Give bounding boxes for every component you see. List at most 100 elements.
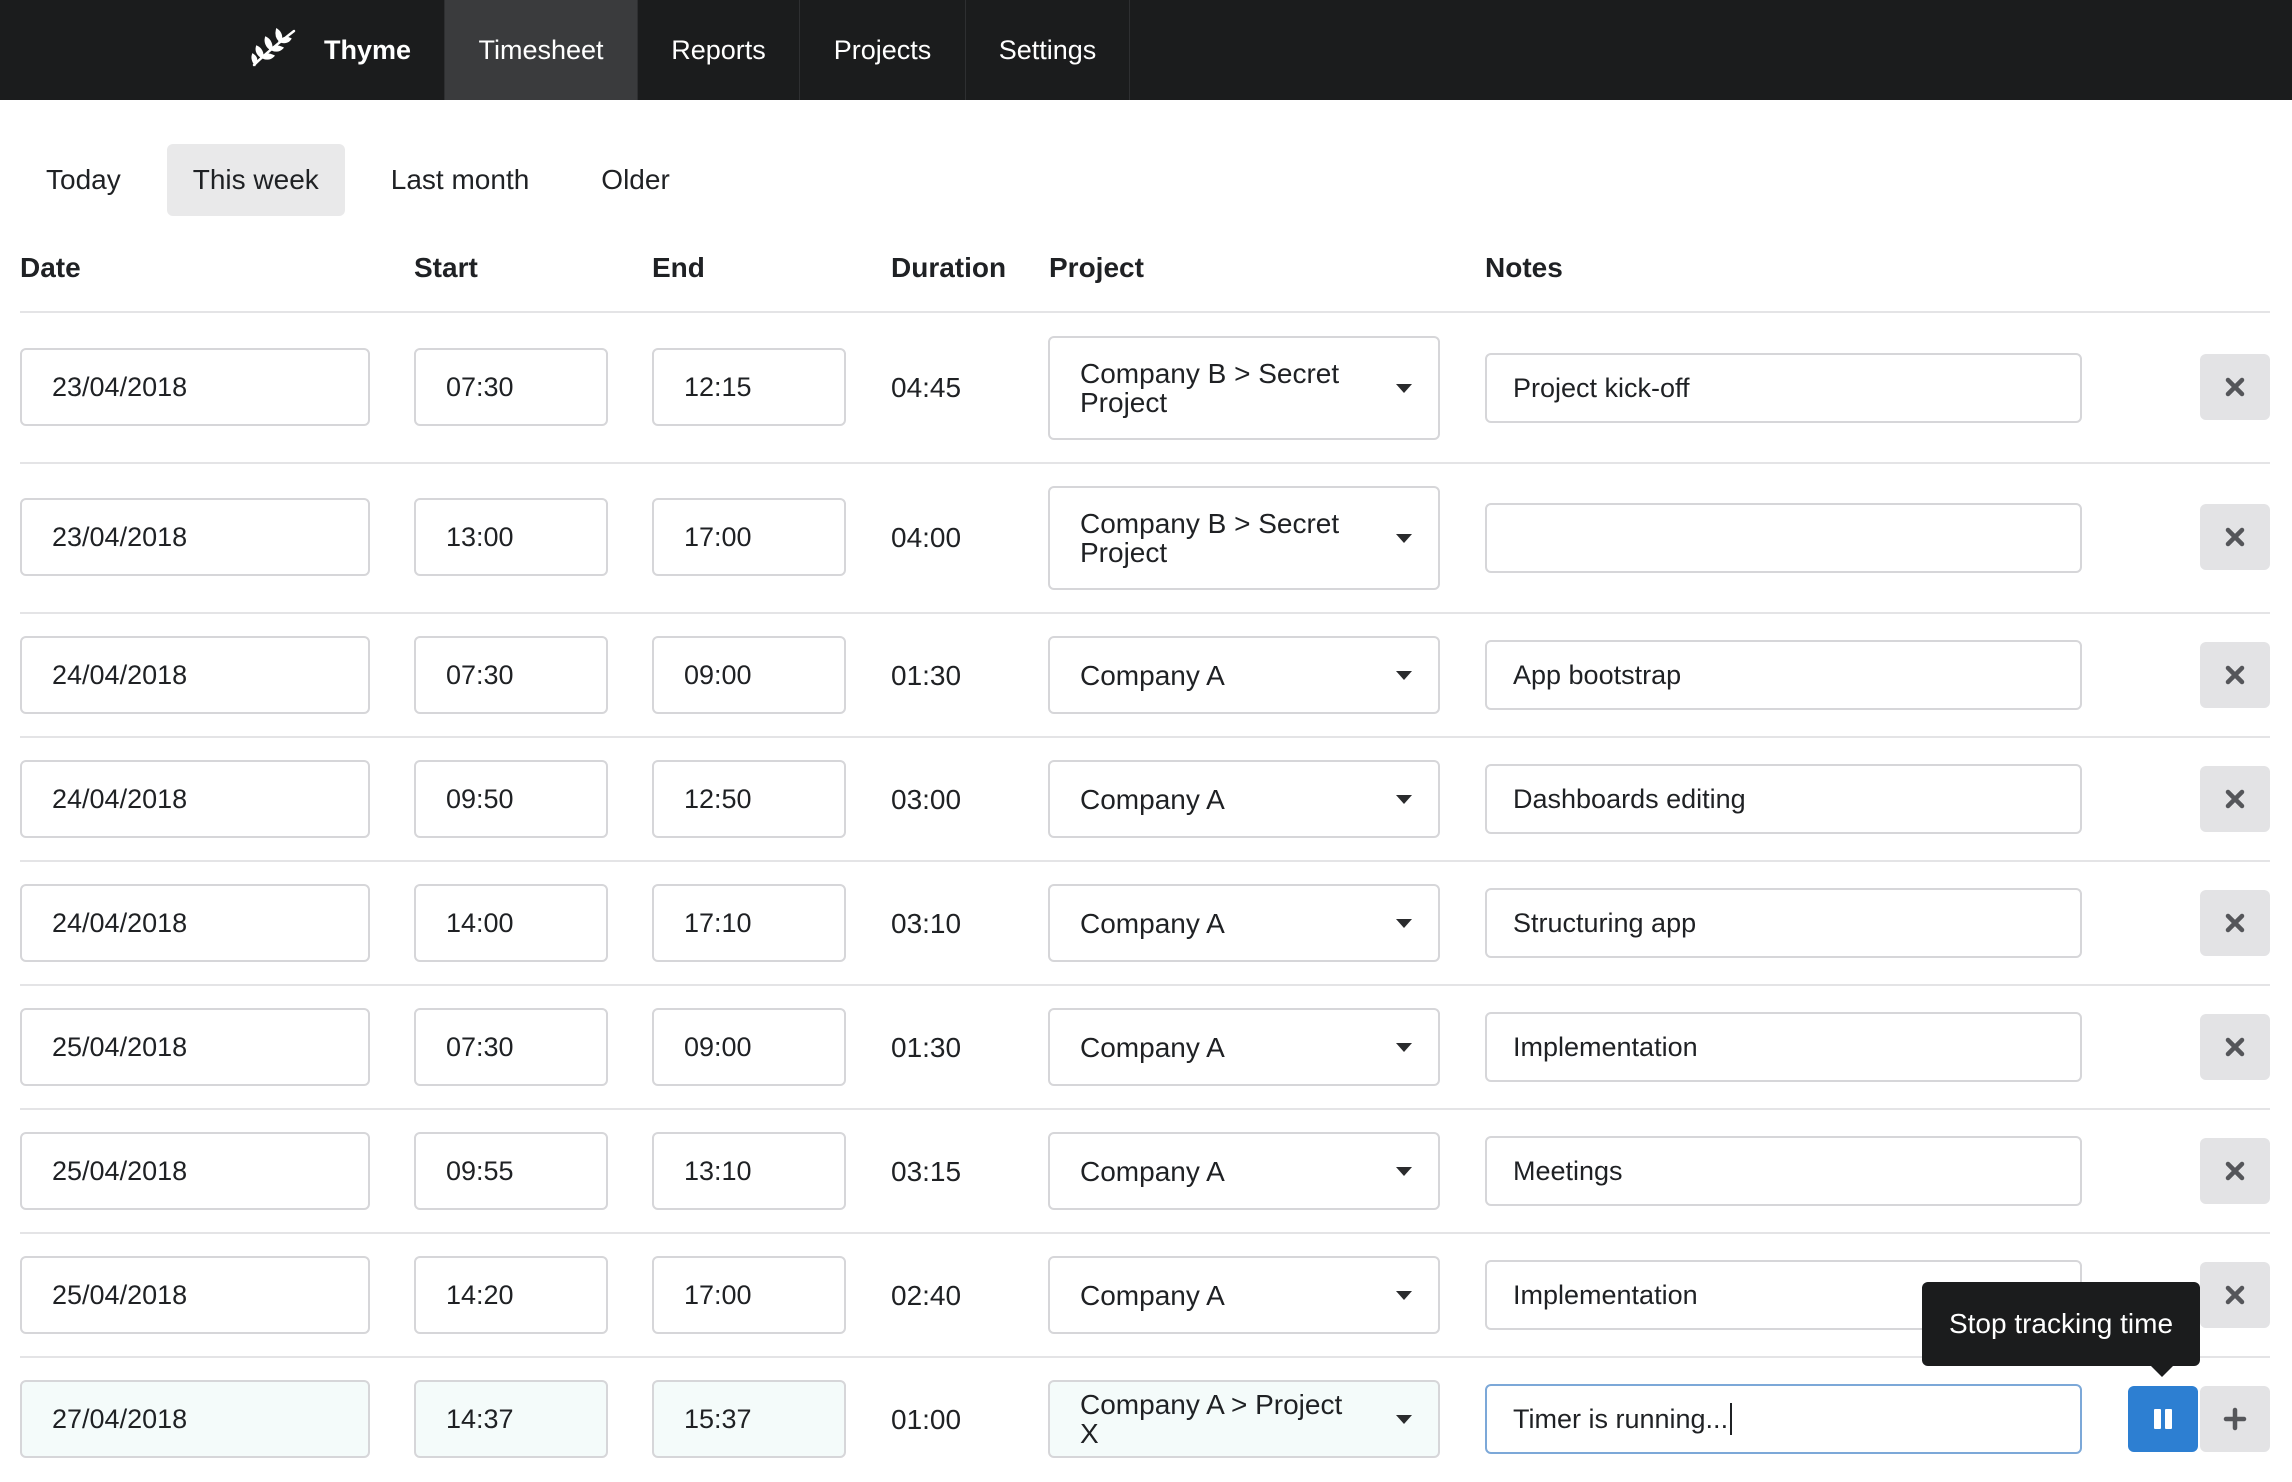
end-time-input[interactable]: 17:00	[652, 1256, 846, 1334]
row-divider	[20, 860, 2270, 862]
duration-value: 01:30	[891, 1032, 962, 1063]
delete-entry-button[interactable]	[2200, 766, 2270, 832]
project-select-value: Company A	[1080, 907, 1225, 939]
end-time-input[interactable]: 17:10	[652, 884, 846, 962]
filter-last-month[interactable]: Last month	[365, 144, 556, 216]
date-input[interactable]: 24/04/2018	[20, 760, 370, 838]
delete-entry-button[interactable]	[2200, 1138, 2270, 1204]
project-select-value: Company A > Project X	[1080, 1389, 1343, 1449]
project-select-value: Company B > Secret Project	[1080, 508, 1340, 568]
end-time-input[interactable]: 17:00	[652, 498, 846, 576]
project-select[interactable]: Company B > Secret Project	[1048, 336, 1440, 440]
delete-entry-button[interactable]	[2200, 1262, 2270, 1328]
close-icon	[2225, 1161, 2245, 1181]
notes-input[interactable]: Structuring app	[1485, 888, 2082, 958]
project-select[interactable]: Company A	[1048, 1008, 1440, 1086]
row-divider	[20, 736, 2270, 738]
start-time-input[interactable]: 14:20	[414, 1256, 608, 1334]
delete-entry-button[interactable]	[2200, 504, 2270, 570]
delete-entry-button[interactable]	[2200, 354, 2270, 420]
end-time-input[interactable]: 12:15	[652, 348, 846, 426]
nav-tab-timesheet[interactable]: Timesheet	[445, 0, 638, 100]
top-navigation: Thyme Timesheet Reports Projects Setting…	[0, 0, 2292, 100]
chevron-down-icon	[1396, 1043, 1412, 1052]
running-entry-row: 27/04/2018 14:37 15:37 01:00 Company A >…	[0, 1380, 2292, 1480]
start-time-input[interactable]: 09:50	[414, 760, 608, 838]
header-divider	[20, 311, 2270, 313]
end-time-input[interactable]: 13:10	[652, 1132, 846, 1210]
date-input[interactable]: 23/04/2018	[20, 348, 370, 426]
delete-entry-button[interactable]	[2200, 642, 2270, 708]
start-time-input[interactable]: 07:30	[414, 636, 608, 714]
text-cursor	[1730, 1403, 1733, 1435]
stop-tracking-button[interactable]	[2128, 1386, 2198, 1452]
project-select[interactable]: Company A	[1048, 884, 1440, 962]
duration-value: 04:45	[891, 372, 962, 403]
start-time-input[interactable]: 13:00	[414, 498, 608, 576]
duration-value: 01:30	[891, 660, 962, 691]
project-select[interactable]: Company A	[1048, 760, 1440, 838]
end-time-input[interactable]: 09:00	[652, 636, 846, 714]
header-notes: Notes	[1485, 252, 1563, 283]
brand[interactable]: Thyme	[230, 0, 445, 100]
notes-input[interactable]: Implementation	[1485, 1012, 2082, 1082]
start-time-input[interactable]: 09:55	[414, 1132, 608, 1210]
running-date-input[interactable]: 27/04/2018	[20, 1380, 370, 1458]
add-entry-button[interactable]	[2200, 1386, 2270, 1452]
filter-older[interactable]: Older	[575, 144, 695, 216]
running-notes-input[interactable]: Timer is running...	[1485, 1384, 2082, 1454]
stop-tracking-tooltip: Stop tracking time	[1922, 1282, 2200, 1366]
running-start-time-input[interactable]: 14:37	[414, 1380, 608, 1458]
project-select[interactable]: Company A	[1048, 1132, 1440, 1210]
notes-input[interactable]: Dashboards editing	[1485, 764, 2082, 834]
close-icon	[2225, 377, 2245, 397]
duration-value: 02:40	[891, 1280, 962, 1311]
tooltip-arrow	[2150, 1365, 2174, 1377]
header-date: Date	[20, 252, 81, 283]
close-icon	[2225, 1037, 2245, 1057]
chevron-down-icon	[1396, 1415, 1412, 1424]
delete-entry-button[interactable]	[2200, 890, 2270, 956]
date-input[interactable]: 23/04/2018	[20, 498, 370, 576]
date-input[interactable]: 24/04/2018	[20, 884, 370, 962]
delete-entry-button[interactable]	[2200, 1014, 2270, 1080]
date-input[interactable]: 25/04/2018	[20, 1256, 370, 1334]
nav-tab-projects[interactable]: Projects	[800, 0, 966, 100]
table-row: 24/04/2018 09:50 12:50 03:00 Company A D…	[0, 760, 2292, 872]
close-icon	[2225, 913, 2245, 933]
notes-input[interactable]: Project kick-off	[1485, 353, 2082, 423]
chevron-down-icon	[1396, 919, 1412, 928]
running-notes-text: Timer is running...	[1513, 1403, 1729, 1434]
start-time-input[interactable]: 07:30	[414, 348, 608, 426]
header-end: End	[652, 252, 705, 283]
notes-input[interactable]: Meetings	[1485, 1136, 2082, 1206]
date-input[interactable]: 25/04/2018	[20, 1008, 370, 1086]
date-input[interactable]: 25/04/2018	[20, 1132, 370, 1210]
duration-value: 03:10	[891, 908, 962, 939]
project-select[interactable]: Company A	[1048, 636, 1440, 714]
table-row: 24/04/2018 07:30 09:00 01:30 Company A A…	[0, 636, 2292, 748]
duration-value: 04:00	[891, 522, 962, 553]
project-select[interactable]: Company B > Secret Project	[1048, 486, 1440, 590]
project-select[interactable]: Company A	[1048, 1256, 1440, 1334]
running-project-select[interactable]: Company A > Project X	[1048, 1380, 1440, 1458]
header-duration: Duration	[891, 252, 1007, 283]
date-input[interactable]: 24/04/2018	[20, 636, 370, 714]
running-duration-value: 01:00	[891, 1404, 962, 1435]
filter-this-week[interactable]: This week	[166, 144, 345, 216]
end-time-input[interactable]: 12:50	[652, 760, 846, 838]
end-time-input[interactable]: 09:00	[652, 1008, 846, 1086]
running-end-time-input[interactable]: 15:37	[652, 1380, 846, 1458]
start-time-input[interactable]: 07:30	[414, 1008, 608, 1086]
header-project: Project	[1049, 252, 1144, 283]
nav-tab-reports[interactable]: Reports	[638, 0, 800, 100]
notes-input[interactable]: App bootstrap	[1485, 640, 2082, 710]
header-start: Start	[414, 252, 478, 283]
start-time-input[interactable]: 14:00	[414, 884, 608, 962]
project-select-value: Company B > Secret Project	[1080, 358, 1340, 418]
nav-tab-settings[interactable]: Settings	[966, 0, 1130, 100]
filter-today[interactable]: Today	[20, 144, 147, 216]
close-icon	[2225, 789, 2245, 809]
notes-input[interactable]	[1485, 503, 2082, 573]
duration-value: 03:00	[891, 784, 962, 815]
